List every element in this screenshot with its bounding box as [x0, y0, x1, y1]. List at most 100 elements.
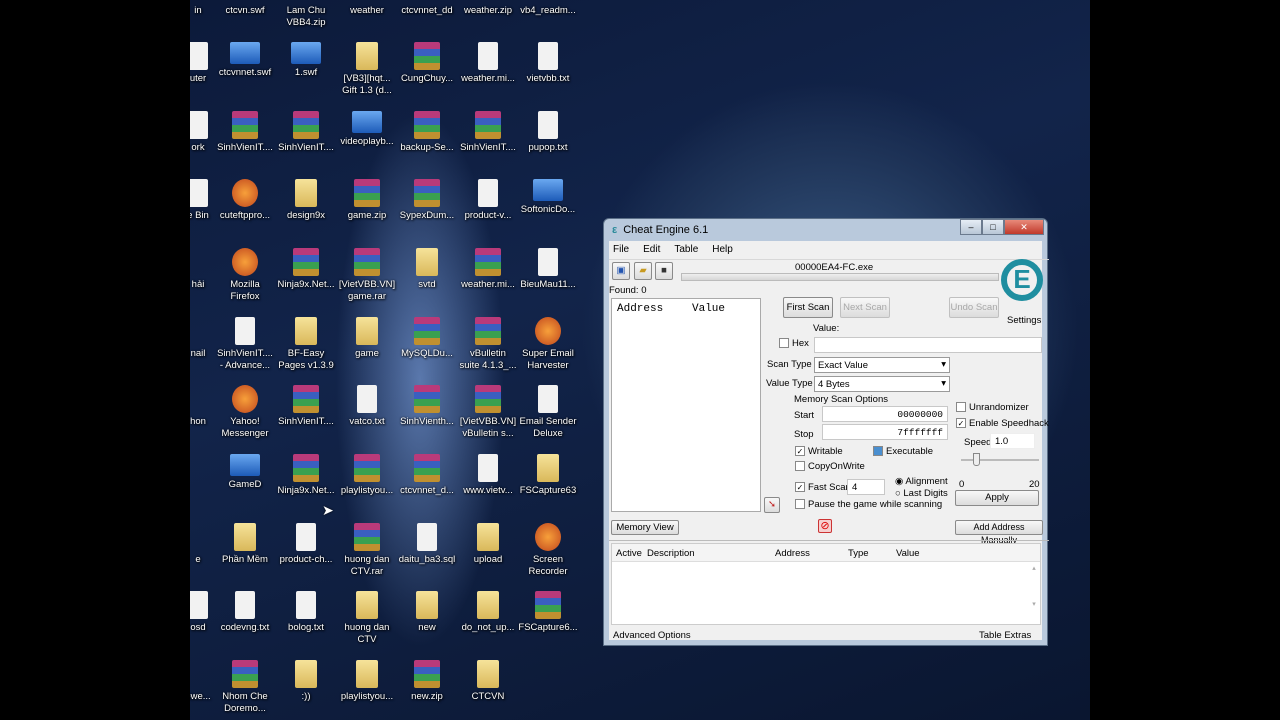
undo-scan-button[interactable]: Undo Scan	[949, 297, 999, 318]
menu-edit[interactable]: Edit	[643, 244, 660, 255]
desktop-icon[interactable]: weather.mi...	[457, 248, 519, 291]
scan-type-select[interactable]: Exact Value	[814, 357, 950, 373]
desktop-icon[interactable]: weather.zip	[457, 0, 519, 17]
desktop-icon[interactable]: product-ch...	[275, 523, 337, 566]
desktop-icon[interactable]: daitu_ba3.sql	[396, 523, 458, 566]
desktop-icon[interactable]: svtd	[396, 248, 458, 291]
alignment-radio[interactable]: ◉ Alignment	[895, 476, 948, 487]
desktop-icon[interactable]: product-v...	[457, 179, 519, 222]
desktop-icon[interactable]: [VB3][hqt... Gift 1.3 (d...	[336, 42, 398, 97]
desktop-icon[interactable]: Yahoo! Messenger	[214, 385, 276, 440]
col-address[interactable]: Address	[775, 548, 810, 559]
copyonwrite-checkbox[interactable]: CopyOnWrite	[795, 461, 865, 472]
desktop-icon[interactable]: SinhVienth...	[396, 385, 458, 428]
menu-help[interactable]: Help	[712, 244, 733, 255]
fast-scan-checkbox[interactable]: ✓ Fast Scan	[795, 482, 851, 493]
desktop-icon[interactable]: www.vietv...	[457, 454, 519, 497]
desktop-icon[interactable]: game.zip	[336, 179, 398, 222]
desktop-icon[interactable]: :))	[275, 660, 337, 703]
desktop-icon[interactable]: Email Sender Deluxe	[517, 385, 579, 440]
desktop-icon[interactable]: SypexDum...	[396, 179, 458, 222]
advanced-options-link[interactable]: Advanced Options	[613, 630, 691, 641]
desktop-icon[interactable]: ctcvnnet_dd	[396, 0, 458, 17]
stop-input[interactable]: 7fffffff	[822, 424, 948, 440]
desktop-icon[interactable]: new.zip	[396, 660, 458, 703]
speed-input[interactable]: 1.0	[990, 433, 1035, 449]
memory-view-button[interactable]: Memory View	[611, 520, 679, 535]
cheat-engine-logo[interactable]: E	[1001, 259, 1043, 301]
add-address-manually-button[interactable]: Add Address Manually	[955, 520, 1043, 545]
desktop-icon[interactable]: playlistyou...	[336, 660, 398, 703]
select-process-button[interactable]: ▣	[612, 262, 630, 280]
desktop-icon[interactable]: do_not_up...	[457, 591, 519, 634]
unrandomizer-checkbox[interactable]: Unrandomizer	[956, 402, 1029, 413]
desktop-icon[interactable]: pupop.txt	[517, 111, 579, 154]
desktop-icon[interactable]: vietvbb.txt	[517, 42, 579, 85]
col-type[interactable]: Type	[848, 548, 869, 559]
cheat-table[interactable]: Active Description Address Type Value ▴ ▾	[611, 543, 1041, 625]
first-scan-button[interactable]: First Scan	[783, 297, 833, 318]
apply-button[interactable]: Apply	[955, 490, 1039, 506]
next-scan-button[interactable]: Next Scan	[840, 297, 890, 318]
desktop-icon[interactable]: playlistyou...	[336, 454, 398, 497]
minimize-button[interactable]: –	[960, 219, 982, 235]
desktop-icon[interactable]: weather	[336, 0, 398, 17]
speed-slider[interactable]	[972, 453, 980, 466]
pause-checkbox[interactable]: Pause the game while scanning	[795, 499, 942, 510]
desktop-icon[interactable]: Mozilla Firefox	[214, 248, 276, 303]
desktop-icon[interactable]: upload	[457, 523, 519, 566]
desktop-icon[interactable]: Ninja9x.Net...	[275, 454, 337, 497]
desktop-icon[interactable]: videoplayb...	[336, 111, 398, 148]
desktop-icon[interactable]: game	[336, 317, 398, 360]
desktop-icon[interactable]: SinhVienIT....	[457, 111, 519, 154]
col-description[interactable]: Description	[647, 548, 695, 559]
desktop-icon[interactable]: cuteftppro...	[214, 179, 276, 222]
value-type-select[interactable]: 4 Bytes	[814, 376, 950, 392]
desktop-icon[interactable]: ctcvn.swf	[214, 0, 276, 17]
last-digits-radio[interactable]: ○ Last Digits	[895, 488, 948, 499]
desktop-icon[interactable]: vb4_readm...	[517, 0, 579, 17]
add-selected-arrow-icon[interactable]: ➘	[764, 497, 780, 513]
desktop-icon[interactable]: new	[396, 591, 458, 634]
desktop-icon[interactable]: [VietVBB.VN] game.rar	[336, 248, 398, 303]
desktop-icon[interactable]: backup-Se...	[396, 111, 458, 154]
desktop-icon[interactable]: SinhVienIT....	[275, 385, 337, 428]
desktop-icon[interactable]: bolog.txt	[275, 591, 337, 634]
desktop-icon[interactable]: MySQLDu...	[396, 317, 458, 360]
hex-checkbox[interactable]: Hex	[779, 338, 809, 349]
desktop-icon[interactable]: [VietVBB.VN] vBulletin s...	[457, 385, 519, 440]
desktop-icon[interactable]: 1.swf	[275, 42, 337, 79]
desktop-icon[interactable]: BF-Easy Pages v1.3.9	[275, 317, 337, 372]
desktop-icon[interactable]: CTCVN	[457, 660, 519, 703]
desktop-icon[interactable]: Screen Recorder	[517, 523, 579, 578]
desktop-icon[interactable]: Super Email Harvester	[517, 317, 579, 372]
col-value[interactable]: Value	[692, 303, 725, 315]
value-input[interactable]	[814, 337, 1042, 353]
desktop-icon[interactable]: huong dan CTV.rar	[336, 523, 398, 578]
fast-scan-input[interactable]: 4	[847, 479, 885, 495]
col-address[interactable]: Address	[617, 303, 663, 315]
table-scrollbar[interactable]: ▴ ▾	[1028, 564, 1040, 624]
open-file-button[interactable]: ▰	[634, 262, 652, 280]
executable-checkbox[interactable]: Executable	[873, 446, 933, 457]
save-file-button[interactable]: ■	[655, 262, 673, 280]
found-list[interactable]: Address Value	[611, 298, 761, 512]
menu-table[interactable]: Table	[674, 244, 698, 255]
desktop-icon[interactable]: CungChuy...	[396, 42, 458, 85]
col-value[interactable]: Value	[896, 548, 920, 559]
col-active[interactable]: Active	[616, 548, 642, 559]
desktop-icon[interactable]: FSCapture6...	[517, 591, 579, 634]
desktop-icon[interactable]: Nhom Che Doremo...	[214, 660, 276, 715]
close-button[interactable]: ✕	[1004, 219, 1044, 235]
stop-icon[interactable]: ⊘	[818, 519, 832, 533]
desktop-icon[interactable]: GameD	[214, 454, 276, 491]
desktop-icon[interactable]	[517, 660, 579, 691]
start-input[interactable]: 00000000	[822, 406, 948, 422]
desktop-icon[interactable]: SinhVienIT....	[275, 111, 337, 154]
desktop-icon[interactable]: FSCapture63	[517, 454, 579, 497]
writable-checkbox[interactable]: ✓ Writable	[795, 446, 843, 457]
desktop-icon[interactable]: huong dan CTV	[336, 591, 398, 646]
desktop-icon[interactable]: Lam Chu VBB4.zip	[275, 0, 337, 29]
table-extras-link[interactable]: Table Extras	[979, 630, 1031, 641]
maximize-button[interactable]: □	[982, 219, 1004, 235]
